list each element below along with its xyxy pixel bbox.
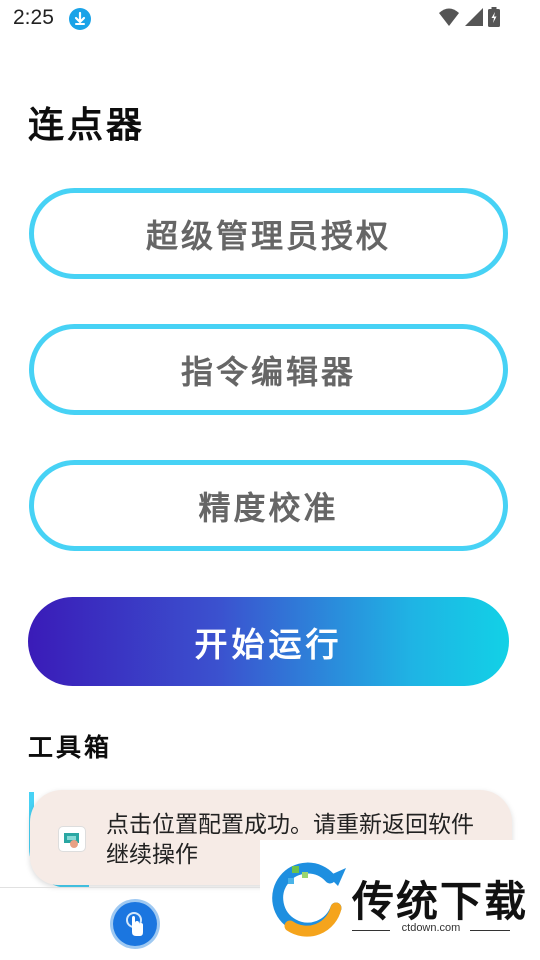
app-icon <box>58 826 86 852</box>
download-icon <box>69 8 91 30</box>
touch-click-icon[interactable] <box>113 902 157 946</box>
command-editor-button[interactable]: 指令编辑器 <box>29 324 508 415</box>
battery-icon <box>488 7 500 31</box>
toolbox-heading: 工具箱 <box>28 733 113 762</box>
watermark-name: 传统下载 <box>352 877 529 926</box>
watermark-line-right <box>470 930 510 931</box>
precision-calibration-button[interactable]: 精度校准 <box>29 460 508 551</box>
bottom-nav-divider <box>0 887 260 888</box>
admin-authorization-button[interactable]: 超级管理员授权 <box>29 188 508 279</box>
watermark-url: ctdown.com <box>401 922 461 934</box>
watermark-logo <box>270 860 352 940</box>
page-title: 连点器 <box>28 105 146 146</box>
wifi-icon <box>438 7 460 31</box>
status-bar: 2:25 <box>0 0 540 38</box>
signal-icon <box>464 7 484 31</box>
start-run-button[interactable]: 开始运行 <box>28 597 509 686</box>
watermark: 传统下载 ctdown.com <box>260 840 540 960</box>
status-time: 2:25 <box>13 6 54 29</box>
status-icons <box>438 7 500 31</box>
